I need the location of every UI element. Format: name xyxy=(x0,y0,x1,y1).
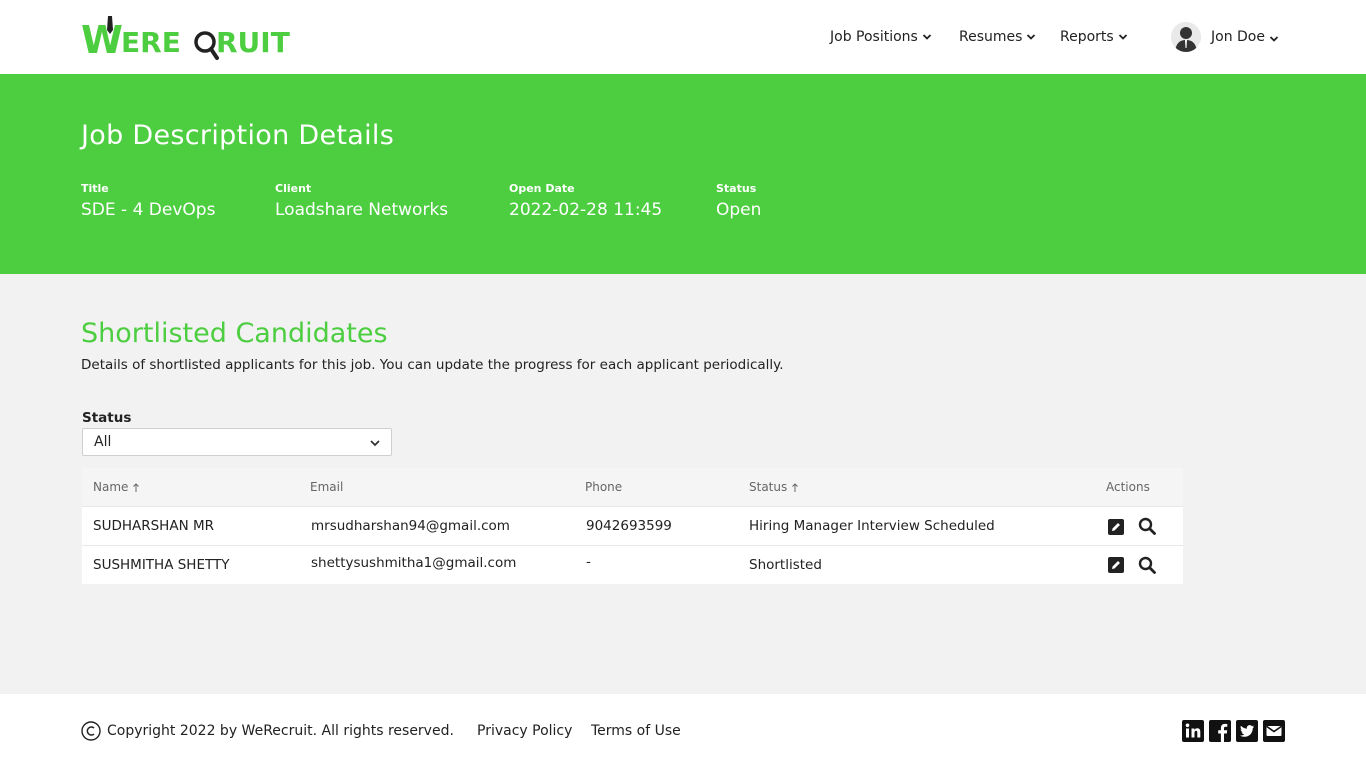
search-icon[interactable] xyxy=(1138,556,1156,574)
nav-label: Job Positions xyxy=(830,29,918,45)
twitter-icon[interactable] xyxy=(1236,720,1258,742)
page-title: Job Description Details xyxy=(81,120,395,151)
search-icon[interactable] xyxy=(1138,517,1156,535)
svg-text:RUIT: RUIT xyxy=(216,26,290,59)
status-filter-select[interactable]: All xyxy=(82,428,392,456)
nav-label: Reports xyxy=(1060,29,1114,45)
field-value: SDE - 4 DevOps xyxy=(81,200,216,220)
candidate-name: SUSHMITHA SHETTY xyxy=(93,557,230,573)
column-label: Status xyxy=(749,480,788,494)
candidates-table: Name Email Phone Status Actions SUDHARSH… xyxy=(82,468,1183,584)
sort-arrow-icon xyxy=(792,482,799,492)
nav-label: Resumes xyxy=(959,29,1023,45)
chevron-down-icon xyxy=(1269,35,1279,42)
candidate-email: shettysushmitha1@gmail.com xyxy=(311,555,517,571)
column-label: Name xyxy=(93,480,129,494)
svg-text:W: W xyxy=(81,18,122,62)
chevron-down-icon xyxy=(1118,34,1127,40)
avatar xyxy=(1171,22,1201,52)
field-label: Open Date xyxy=(509,182,575,195)
candidate-status: Hiring Manager Interview Scheduled xyxy=(749,518,995,534)
page-footer: Copyright 2022 by WeRecruit. All rights … xyxy=(0,694,1366,768)
chevron-down-icon xyxy=(370,440,380,447)
table-row: SUDHARSHAN MR mrsudharshan94@gmail.com 9… xyxy=(82,506,1183,545)
field-value: Loadshare Networks xyxy=(275,200,449,220)
svg-text:ERE: ERE xyxy=(121,26,181,59)
column-header-phone: Phone xyxy=(585,480,622,494)
chevron-down-icon xyxy=(1027,34,1036,40)
copyright: Copyright 2022 by WeRecruit. All rights … xyxy=(81,721,454,741)
client-field: Client Loadshare Networks xyxy=(275,182,448,220)
status-filter-value: All xyxy=(94,434,112,450)
candidate-email: mrsudharshan94@gmail.com xyxy=(311,518,510,534)
edit-icon[interactable] xyxy=(1107,518,1125,536)
top-header: W ERE RUIT Job Positions Resumes Reports xyxy=(0,0,1366,74)
candidate-phone: 9042693599 xyxy=(586,518,672,534)
column-header-name[interactable]: Name xyxy=(93,480,140,494)
nav-job-positions[interactable]: Job Positions xyxy=(830,0,932,74)
open-date-field: Open Date 2022-02-28 11:45 xyxy=(509,182,662,220)
terms-of-use-link[interactable]: Terms of Use xyxy=(591,723,681,739)
werecruit-logo[interactable]: W ERE RUIT xyxy=(81,12,291,62)
nav-resumes[interactable]: Resumes xyxy=(959,0,1036,74)
copyright-icon xyxy=(81,721,101,741)
column-label: Actions xyxy=(1106,480,1150,494)
field-label: Status xyxy=(716,182,757,195)
candidate-phone: - xyxy=(586,554,591,570)
job-title-field: Title SDE - 4 DevOps xyxy=(81,182,215,220)
table-row: SUSHMITHA SHETTY shettysushmitha1@gmail.… xyxy=(82,545,1183,584)
section-title: Shortlisted Candidates xyxy=(81,318,388,349)
job-status-field: Status Open xyxy=(716,182,761,220)
edit-icon[interactable] xyxy=(1107,556,1125,574)
linkedin-icon[interactable] xyxy=(1182,720,1204,742)
column-label: Email xyxy=(310,480,344,494)
copyright-text: Copyright 2022 by WeRecruit. All rights … xyxy=(107,723,454,739)
table-header: Name Email Phone Status Actions xyxy=(82,468,1183,506)
status-filter-label: Status xyxy=(82,410,132,426)
column-label: Phone xyxy=(585,480,623,494)
user-name: Jon Doe xyxy=(1211,29,1265,45)
job-details-banner: Job Description Details Title SDE - 4 De… xyxy=(0,74,1366,274)
column-header-status[interactable]: Status xyxy=(749,480,799,494)
column-header-actions: Actions xyxy=(1106,480,1150,494)
chevron-down-icon xyxy=(922,34,931,40)
field-label: Client xyxy=(275,182,312,195)
facebook-icon[interactable] xyxy=(1209,720,1231,742)
field-value: Open xyxy=(716,200,762,220)
candidate-name: SUDHARSHAN MR xyxy=(93,518,214,534)
field-value: 2022-02-28 11:45 xyxy=(509,200,663,220)
user-menu[interactable]: Jon Doe xyxy=(1171,22,1279,52)
candidate-status: Shortlisted xyxy=(749,557,822,573)
sort-arrow-icon xyxy=(133,482,140,492)
nav-reports[interactable]: Reports xyxy=(1060,0,1128,74)
column-header-email: Email xyxy=(310,480,343,494)
field-label: Title xyxy=(81,182,109,195)
privacy-policy-link[interactable]: Privacy Policy xyxy=(477,723,572,739)
email-icon[interactable] xyxy=(1263,720,1285,742)
section-description: Details of shortlisted applicants for th… xyxy=(81,357,784,373)
